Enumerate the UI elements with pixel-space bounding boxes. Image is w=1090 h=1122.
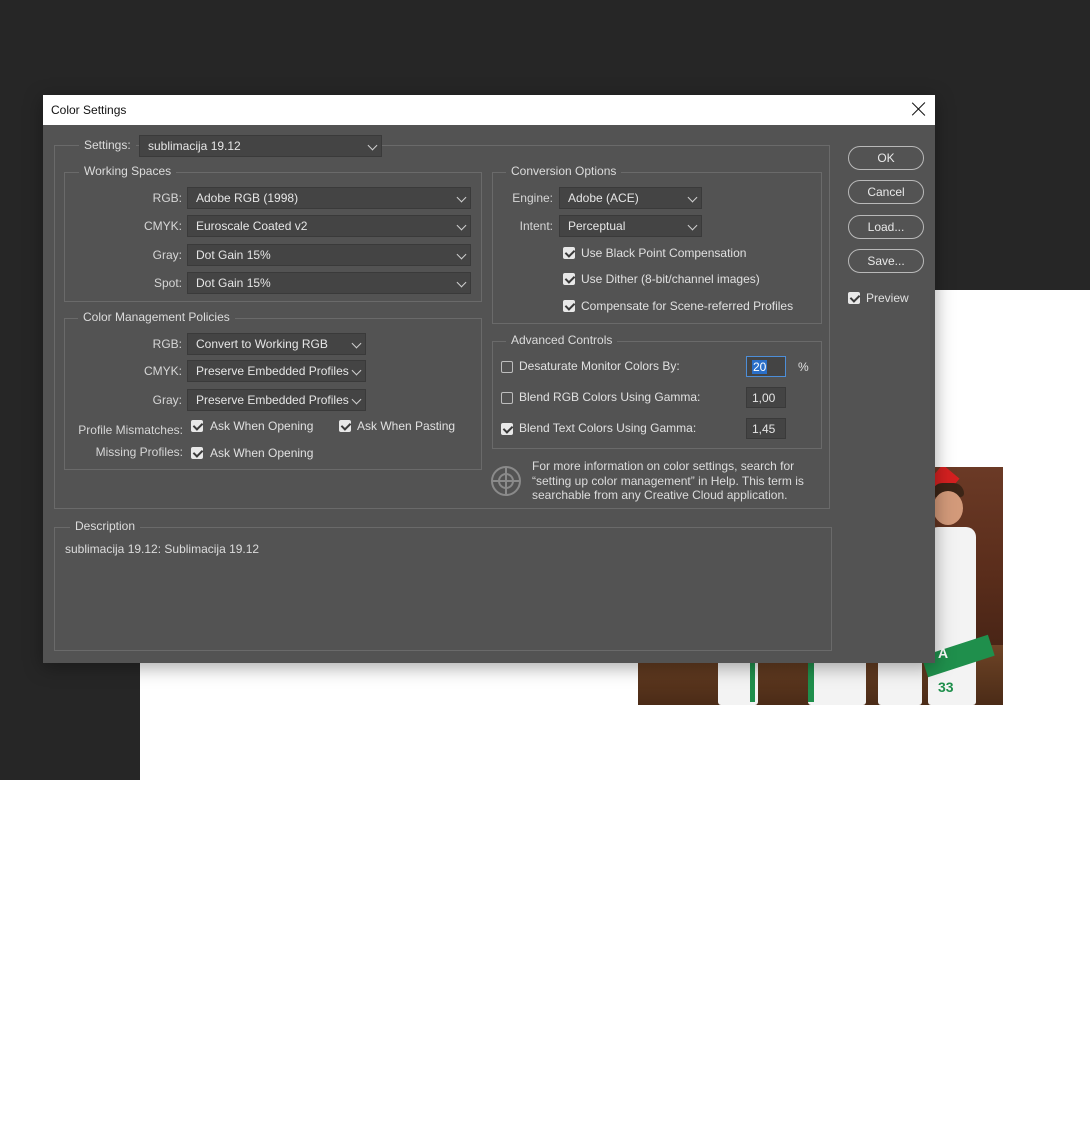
ws-rgb-label: RGB:: [152, 191, 182, 205]
scene-referred-label[interactable]: Compensate for Scene-referred Profiles: [581, 299, 793, 313]
ask-when-pasting-checkbox[interactable]: [339, 420, 351, 432]
engine-label: Engine:: [512, 191, 553, 205]
blend-text-input[interactable]: 1,45: [746, 418, 786, 439]
black-point-checkbox[interactable]: [563, 247, 575, 259]
dither-checkbox[interactable]: [563, 273, 575, 285]
close-icon[interactable]: [911, 101, 927, 117]
intent-dropdown[interactable]: Perceptual: [559, 215, 702, 237]
ws-cmyk-dropdown[interactable]: Euroscale Coated v2: [187, 215, 471, 237]
chevron-down-icon: [351, 365, 362, 376]
profile-mismatches-label: Profile Mismatches:: [78, 423, 183, 437]
blend-rgb-checkbox[interactable]: [501, 392, 513, 404]
desaturate-value: 20: [752, 360, 768, 374]
chevron-down-icon: [456, 192, 467, 203]
policies-legend: Color Management Policies: [78, 310, 235, 324]
ws-gray-label: Gray:: [152, 248, 182, 262]
missing-profiles-label: Missing Profiles:: [95, 445, 183, 459]
chevron-down-icon: [687, 220, 698, 231]
info-line: For more information on color settings, …: [532, 459, 795, 473]
chevron-down-icon: [456, 249, 467, 260]
policy-gray-dropdown[interactable]: Preserve Embedded Profiles: [187, 389, 366, 411]
intent-label: Intent:: [519, 219, 553, 233]
missing-ask-when-opening-label[interactable]: Ask When Opening: [210, 446, 313, 460]
chevron-down-icon: [367, 140, 378, 151]
policy-rgb-dropdown[interactable]: Convert to Working RGB: [187, 333, 366, 355]
policy-cmyk-dropdown[interactable]: Preserve Embedded Profiles: [187, 360, 366, 382]
ask-when-opening-checkbox[interactable]: [191, 420, 203, 432]
scene-referred-checkbox[interactable]: [563, 300, 575, 312]
ask-when-pasting-label[interactable]: Ask When Pasting: [357, 419, 455, 433]
conversion-legend: Conversion Options: [506, 164, 622, 178]
ws-rgb-dropdown[interactable]: Adobe RGB (1998): [187, 187, 471, 209]
load-button[interactable]: Load...: [848, 215, 924, 239]
info-text: For more information on color settings, …: [532, 459, 832, 503]
ws-cmyk-value: Euroscale Coated v2: [196, 219, 308, 233]
preview-checkbox[interactable]: [848, 292, 860, 304]
desaturate-label[interactable]: Desaturate Monitor Colors By:: [519, 359, 680, 373]
advanced-legend: Advanced Controls: [506, 333, 618, 347]
info-line: searchable from any Creative Cloud appli…: [532, 488, 788, 502]
policy-cmyk-value: Preserve Embedded Profiles: [196, 364, 349, 378]
policy-gray-label: Gray:: [152, 393, 182, 407]
photo-jersey-letter: A: [938, 645, 949, 661]
policy-gray-value: Preserve Embedded Profiles: [196, 393, 349, 407]
intent-value: Perceptual: [568, 219, 626, 233]
chevron-down-icon: [687, 192, 698, 203]
chevron-down-icon: [456, 220, 467, 231]
ws-gray-value: Dot Gain 15%: [196, 248, 271, 262]
working-spaces-legend: Working Spaces: [79, 164, 177, 178]
info-line: “setting up color management” in Help. T…: [532, 473, 804, 488]
settings-dropdown[interactable]: sublimacija 19.12: [139, 135, 382, 157]
ws-rgb-value: Adobe RGB (1998): [196, 191, 299, 205]
desaturate-input[interactable]: 20: [746, 356, 786, 377]
blend-rgb-label[interactable]: Blend RGB Colors Using Gamma:: [519, 390, 700, 404]
color-settings-dialog: Color Settings Settings: sublimacija 19.…: [43, 95, 935, 663]
ws-spot-label: Spot:: [153, 276, 182, 290]
chevron-down-icon: [351, 394, 362, 405]
dither-label[interactable]: Use Dither (8-bit/channel images): [581, 272, 760, 286]
ws-gray-dropdown[interactable]: Dot Gain 15%: [187, 244, 471, 266]
ws-spot-value: Dot Gain 15%: [196, 276, 271, 290]
description-text: sublimacija 19.12: Sublimacija 19.12: [65, 542, 260, 556]
blend-text-label[interactable]: Blend Text Colors Using Gamma:: [519, 421, 696, 435]
description-legend: Description: [70, 519, 141, 533]
ask-when-opening-label[interactable]: Ask When Opening: [210, 419, 313, 433]
dialog-title: Color Settings: [51, 103, 127, 117]
chevron-down-icon: [351, 338, 362, 349]
blend-text-value: 1,45: [752, 422, 776, 436]
ws-cmyk-label: CMYK:: [143, 219, 182, 233]
blend-text-checkbox[interactable]: [501, 423, 513, 435]
blend-rgb-input[interactable]: 1,00: [746, 387, 786, 408]
missing-ask-when-opening-checkbox[interactable]: [191, 447, 203, 459]
engine-dropdown[interactable]: Adobe (ACE): [559, 187, 702, 209]
engine-value: Adobe (ACE): [568, 191, 639, 205]
chevron-down-icon: [456, 277, 467, 288]
cancel-button[interactable]: Cancel: [848, 180, 924, 204]
settings-value: sublimacija 19.12: [148, 139, 241, 153]
policy-rgb-label: RGB:: [152, 337, 182, 351]
photo-player-head: [933, 491, 963, 525]
color-wheel-icon: [491, 466, 521, 496]
save-button[interactable]: Save...: [848, 249, 924, 273]
photo-jersey-number: 33: [938, 679, 954, 695]
desaturate-checkbox[interactable]: [501, 361, 513, 373]
preview-label[interactable]: Preview: [866, 291, 909, 305]
dialog-titlebar[interactable]: Color Settings: [43, 95, 935, 125]
blend-rgb-value: 1,00: [752, 391, 776, 405]
black-point-label[interactable]: Use Black Point Compensation: [581, 246, 746, 260]
percent-label: %: [798, 360, 809, 374]
policy-rgb-value: Convert to Working RGB: [196, 337, 328, 351]
policy-cmyk-label: CMYK:: [143, 364, 182, 378]
ws-spot-dropdown[interactable]: Dot Gain 15%: [187, 272, 471, 294]
settings-label: Settings:: [79, 138, 136, 152]
ok-button[interactable]: OK: [848, 146, 924, 170]
